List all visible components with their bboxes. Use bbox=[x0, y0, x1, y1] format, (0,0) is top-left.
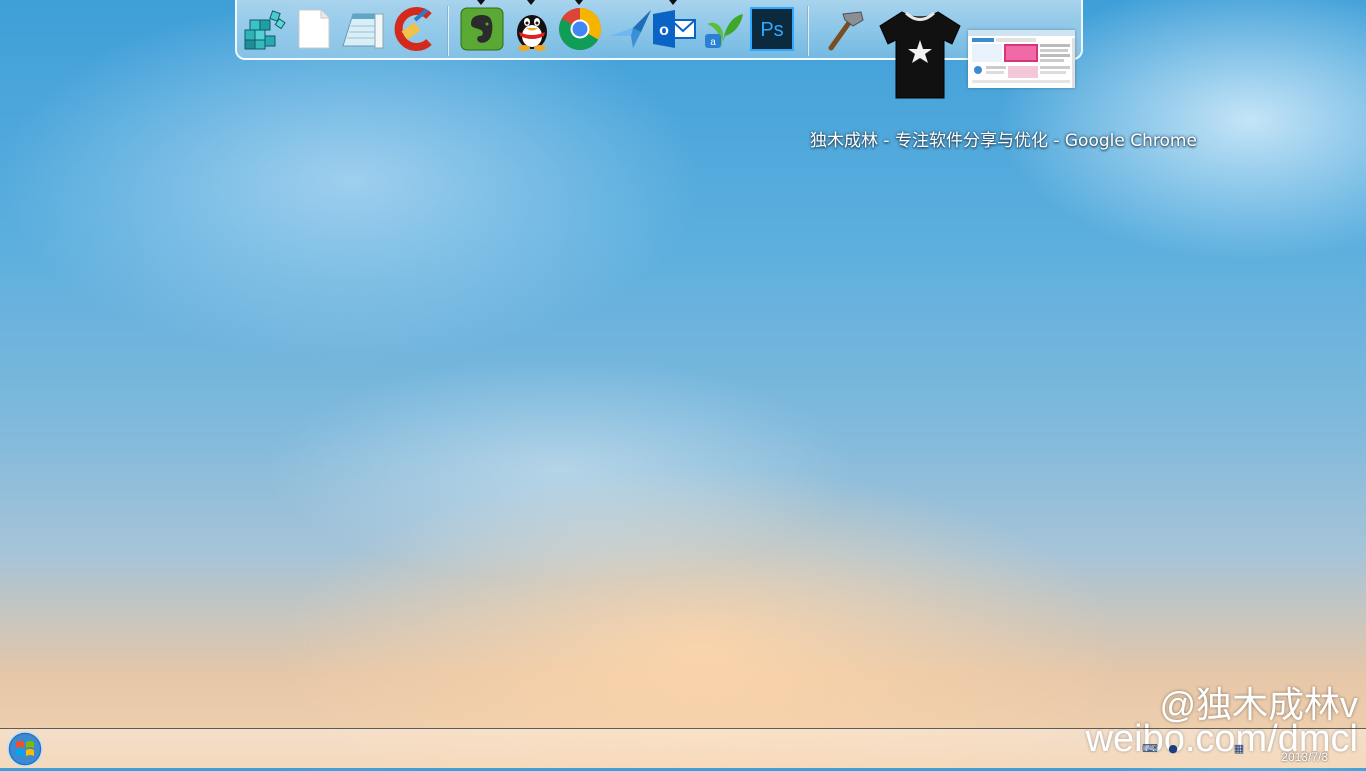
sprout-app-icon[interactable]: a bbox=[699, 6, 745, 52]
running-indicator bbox=[669, 0, 677, 5]
ccleaner-icon[interactable] bbox=[389, 6, 435, 52]
hammer-icon[interactable] bbox=[823, 6, 869, 52]
notepad-icon[interactable] bbox=[339, 6, 385, 52]
registry-editor-icon[interactable] bbox=[241, 6, 287, 52]
running-indicator bbox=[527, 0, 535, 5]
photoshop-icon[interactable]: Ps bbox=[749, 6, 795, 52]
chrome-window-thumbnail[interactable] bbox=[968, 30, 1075, 88]
photoshop-label: Ps bbox=[760, 19, 783, 41]
xunlei-bird-icon[interactable] bbox=[607, 6, 653, 52]
system-tray: ⌨ ● ▦ 2013/7/3 bbox=[1136, 729, 1366, 769]
running-indicator bbox=[575, 0, 583, 5]
dock-separator bbox=[447, 6, 448, 56]
running-indicator bbox=[477, 0, 485, 5]
tshirt-icon[interactable] bbox=[878, 6, 962, 100]
google-chrome-icon[interactable] bbox=[557, 0, 603, 52]
evernote-icon[interactable] bbox=[459, 0, 505, 52]
keyboard-icon[interactable]: ⌨ bbox=[1142, 742, 1158, 756]
window-title-tooltip: 独木成林 - 专注软件分享与优化 - Google Chrome bbox=[810, 131, 1197, 151]
blank-document-icon[interactable] bbox=[291, 6, 337, 52]
qq-penguin-icon[interactable] bbox=[509, 0, 555, 52]
start-button[interactable] bbox=[5, 731, 45, 767]
network-icon[interactable]: ▦ bbox=[1232, 742, 1246, 756]
clock-date[interactable]: 2013/7/3 bbox=[1281, 750, 1328, 764]
outlook-letter: o bbox=[659, 22, 669, 39]
bluetooth-icon[interactable]: ● bbox=[1166, 742, 1180, 756]
taskbar: ⌨ ● ▦ 2013/7/3 bbox=[0, 728, 1366, 768]
svg-text:a: a bbox=[710, 37, 716, 48]
dock-separator bbox=[807, 6, 808, 56]
outlook-icon[interactable]: o bbox=[651, 0, 697, 52]
